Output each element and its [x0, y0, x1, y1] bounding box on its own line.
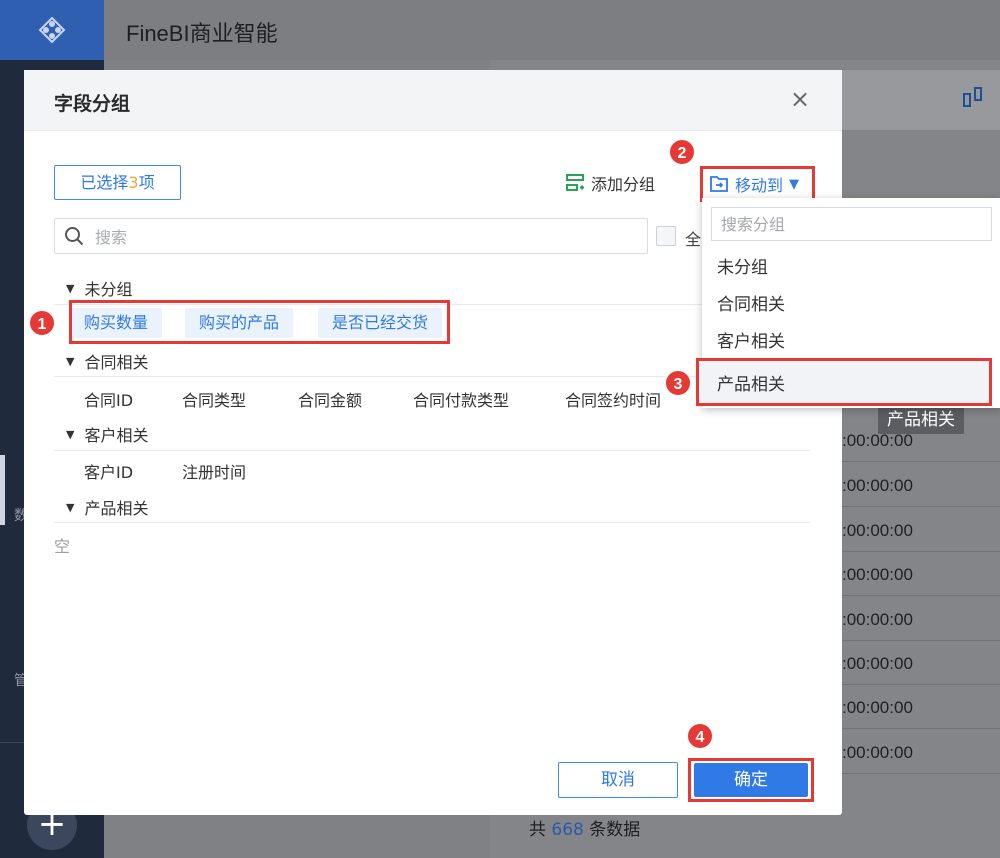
step-badge: 3	[664, 369, 692, 397]
table-cell: :00:00:00	[842, 730, 1000, 774]
select-all-label: 全	[685, 230, 702, 249]
row-count: 共 668 条数据	[529, 815, 640, 840]
add-group-button[interactable]: 添加分组	[565, 171, 655, 195]
caret-down-icon: ▼	[66, 427, 75, 441]
field-item[interactable]: 合同付款类型	[413, 387, 509, 411]
group-tag: 产品相关	[878, 406, 964, 434]
chart-icon[interactable]	[962, 86, 986, 113]
dropdown-item-ungrouped[interactable]: 未分组	[702, 250, 1000, 287]
field-item[interactable]: 合同签约时间	[565, 387, 661, 411]
step-badge: 2	[668, 138, 696, 166]
row-count-suffix: 条数据	[589, 820, 641, 840]
selected-prefix: 已选择	[80, 173, 129, 192]
table-cell: :00:00:00	[842, 597, 1000, 641]
dialog-title: 字段分组	[54, 93, 131, 115]
group-name: 客户相关	[84, 426, 149, 445]
table-cell: :00:00:00	[842, 552, 1000, 596]
step-badge: 1	[28, 309, 56, 337]
table-cell: :00:00:00	[842, 685, 1000, 729]
close-icon[interactable]: ×	[788, 87, 812, 112]
dialog-header: 字段分组 ×	[24, 70, 842, 131]
table-cell: :00:00:00	[842, 508, 1000, 552]
move-to-button[interactable]: 移动到 ▼	[700, 166, 815, 202]
highlight-frame	[69, 300, 450, 344]
group-name: 未分组	[84, 280, 133, 299]
field-item[interactable]: 注册时间	[182, 459, 246, 483]
select-all-checkbox[interactable]	[656, 226, 676, 246]
field-item[interactable]: 合同类型	[182, 387, 246, 411]
dropdown-item-label: 产品相关	[717, 375, 785, 395]
row-count-value: 668	[551, 820, 584, 840]
selected-count: 3	[128, 173, 139, 192]
search-icon	[65, 227, 84, 246]
field-item[interactable]: 合同金额	[298, 387, 362, 411]
add-group-label: 添加分组	[591, 175, 656, 194]
group-divider	[54, 450, 810, 451]
group-search-input[interactable]	[711, 207, 992, 241]
row-count-prefix: 共	[529, 820, 546, 840]
cancel-button[interactable]: 取消	[558, 762, 678, 798]
group-name: 合同相关	[84, 353, 149, 372]
group-name: 产品相关	[84, 499, 149, 518]
dropdown-item-customer[interactable]: 客户相关	[702, 324, 1000, 361]
move-to-label: 移动到	[735, 176, 784, 195]
search-box[interactable]	[54, 218, 648, 254]
field-item[interactable]: 客户ID	[84, 459, 133, 483]
caret-down-icon: ▼	[66, 500, 75, 514]
sidebar-active-indicator	[0, 455, 5, 525]
app-logo-icon[interactable]	[0, 0, 104, 60]
move-icon	[710, 176, 728, 192]
selected-suffix: 项	[138, 173, 155, 192]
empty-group-placeholder: 空	[54, 537, 71, 556]
dropdown-item-product[interactable]: 产品相关	[696, 358, 992, 406]
caret-down-icon: ▼	[66, 354, 75, 368]
add-group-icon	[566, 174, 584, 191]
search-input[interactable]	[95, 225, 595, 249]
confirm-button[interactable]: 确定	[694, 763, 808, 797]
app-title: FineBI商业智能	[126, 21, 278, 46]
table-cell: :00:00:00	[842, 641, 1000, 685]
field-item[interactable]: 合同ID	[84, 387, 133, 411]
group-header-contract[interactable]: ▼ 合同相关	[66, 349, 148, 373]
dropdown-item-contract[interactable]: 合同相关	[702, 287, 1000, 324]
step-badge: 4	[686, 722, 714, 750]
caret-down-icon: ▼	[66, 281, 75, 295]
field-group-dialog: 字段分组 × 已选择3项 添加分组 移动到 ▼ 全 ▼ 未分组 购买数量 购买的…	[24, 70, 842, 815]
group-header-product[interactable]: ▼ 产品相关	[66, 495, 148, 519]
table-cell: :00:00:00	[842, 463, 1000, 507]
chevron-down-icon: ▼	[789, 176, 800, 192]
group-header-customer[interactable]: ▼ 客户相关	[66, 422, 148, 446]
group-header-ungrouped[interactable]: ▼ 未分组	[66, 276, 132, 300]
group-divider	[54, 522, 810, 523]
selected-count-button[interactable]: 已选择3项	[54, 165, 181, 200]
